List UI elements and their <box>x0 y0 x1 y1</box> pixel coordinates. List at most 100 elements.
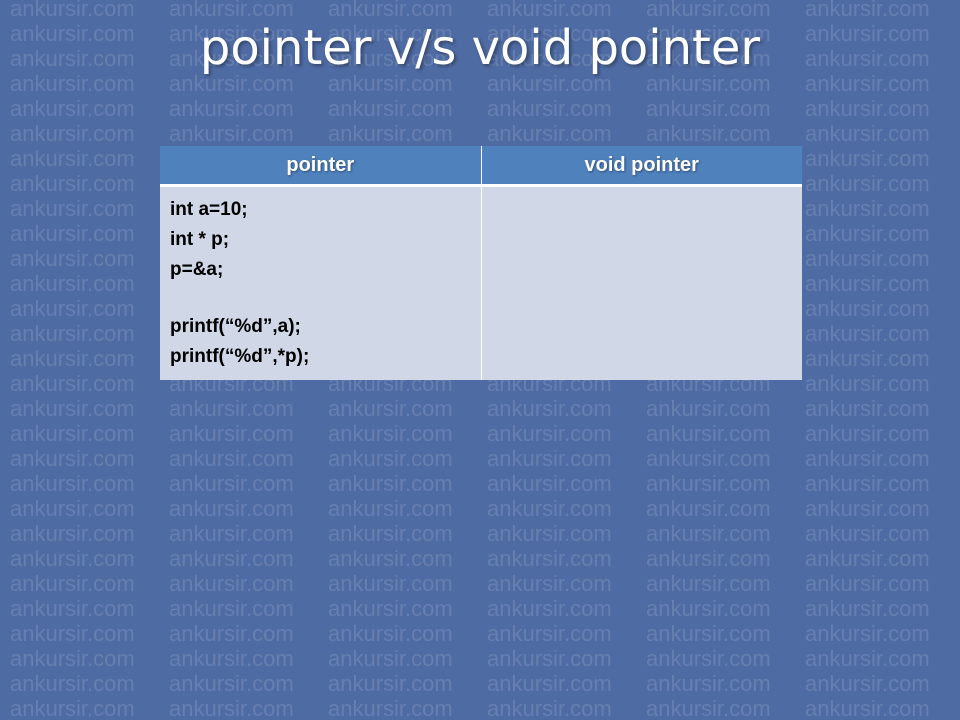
watermark-text: ankursir.com <box>169 396 294 421</box>
watermark-text: ankursir.com <box>646 396 771 421</box>
cell-pointer-code: int a=10; int * p; p=&a; printf(“%d”,a);… <box>160 185 482 380</box>
watermark-text: ankursir.com <box>805 546 930 571</box>
watermark-text: ankursir.com <box>169 696 294 720</box>
header-void-pointer: void pointer <box>481 146 802 187</box>
watermark-text: ankursir.com <box>169 96 294 121</box>
watermark-text: ankursir.com <box>646 521 771 546</box>
watermark-text: ankursir.com <box>805 96 930 121</box>
watermark-text: ankursir.com <box>487 596 612 621</box>
watermark-text: ankursir.com <box>169 571 294 596</box>
watermark-text: ankursir.com <box>169 621 294 646</box>
watermark-text: ankursir.com <box>10 621 135 646</box>
watermark-text: ankursir.com <box>10 271 135 296</box>
watermark-text: ankursir.com <box>10 321 135 346</box>
watermark-text: ankursir.com <box>328 571 453 596</box>
watermark-text: ankursir.com <box>10 371 135 396</box>
watermark-text: ankursir.com <box>10 521 135 546</box>
watermark-text: ankursir.com <box>10 346 135 371</box>
watermark-text: ankursir.com <box>10 221 135 246</box>
watermark-text: ankursir.com <box>805 621 930 646</box>
watermark-text: ankursir.com <box>805 471 930 496</box>
watermark-text: ankursir.com <box>646 421 771 446</box>
watermark-text: ankursir.com <box>646 446 771 471</box>
slide-title: pointer v/s void pointer <box>199 20 761 76</box>
watermark-text: ankursir.com <box>805 396 930 421</box>
watermark-text: ankursir.com <box>487 621 612 646</box>
watermark-text: ankursir.com <box>10 446 135 471</box>
cell-void-pointer-code <box>481 185 802 380</box>
watermark-text: ankursir.com <box>169 471 294 496</box>
watermark-text: ankursir.com <box>805 121 930 146</box>
watermark-text: ankursir.com <box>328 546 453 571</box>
watermark-text: ankursir.com <box>646 121 771 146</box>
watermark-text: ankursir.com <box>10 646 135 671</box>
watermark-text: ankursir.com <box>805 571 930 596</box>
watermark-text: ankursir.com <box>10 496 135 521</box>
watermark-text: ankursir.com <box>169 521 294 546</box>
watermark-text: ankursir.com <box>328 121 453 146</box>
watermark-text: ankursir.com <box>805 196 930 221</box>
watermark-text: ankursir.com <box>646 621 771 646</box>
watermark-text: ankursir.com <box>169 671 294 696</box>
watermark-text: ankursir.com <box>328 671 453 696</box>
watermark-text: ankursir.com <box>646 496 771 521</box>
watermark-text: ankursir.com <box>805 346 930 371</box>
watermark-text: ankursir.com <box>169 546 294 571</box>
watermark-text: ankursir.com <box>487 421 612 446</box>
watermark-text: ankursir.com <box>487 396 612 421</box>
table-header-row: pointer void pointer <box>160 146 802 187</box>
code-line: printf(“%d”,a); <box>170 316 301 337</box>
watermark-text: ankursir.com <box>10 471 135 496</box>
watermark-text: ankursir.com <box>487 446 612 471</box>
watermark-text: ankursir.com <box>487 96 612 121</box>
watermark-text: ankursir.com <box>805 246 930 271</box>
watermark-text: ankursir.com <box>10 546 135 571</box>
watermark-text: ankursir.com <box>10 246 135 271</box>
watermark-text: ankursir.com <box>487 496 612 521</box>
watermark-text: ankursir.com <box>10 396 135 421</box>
watermark-text: ankursir.com <box>328 496 453 521</box>
watermark-text: ankursir.com <box>805 671 930 696</box>
watermark-text: ankursir.com <box>169 596 294 621</box>
table-body-row: int a=10; int * p; p=&a; printf(“%d”,a);… <box>160 185 802 380</box>
watermark-text: ankursir.com <box>487 471 612 496</box>
watermark-text: ankursir.com <box>805 171 930 196</box>
watermark-text: ankursir.com <box>805 271 930 296</box>
code-line: printf(“%d”,*p); <box>170 346 310 367</box>
watermark-text: ankursir.com <box>328 446 453 471</box>
watermark-text: ankursir.com <box>10 571 135 596</box>
watermark-text: ankursir.com <box>805 296 930 321</box>
watermark-text: ankursir.com <box>328 396 453 421</box>
watermark-text: ankursir.com <box>487 121 612 146</box>
watermark-text: ankursir.com <box>805 221 930 246</box>
watermark-text: ankursir.com <box>10 146 135 171</box>
watermark-text: ankursir.com <box>169 446 294 471</box>
watermark-text: ankursir.com <box>646 671 771 696</box>
watermark-text: ankursir.com <box>10 171 135 196</box>
watermark-text: ankursir.com <box>10 596 135 621</box>
watermark-text: ankursir.com <box>805 496 930 521</box>
code-line: int * p; <box>170 229 230 250</box>
code-line: p=&a; <box>170 259 224 280</box>
watermark-text: ankursir.com <box>10 121 135 146</box>
watermark-text: ankursir.com <box>805 371 930 396</box>
watermark-text: ankursir.com <box>487 521 612 546</box>
watermark-text: ankursir.com <box>805 646 930 671</box>
watermark-text: ankursir.com <box>10 96 135 121</box>
watermark-text: ankursir.com <box>805 696 930 720</box>
watermark-text: ankursir.com <box>646 471 771 496</box>
watermark-text: ankursir.com <box>10 296 135 321</box>
watermark-text: ankursir.com <box>805 446 930 471</box>
watermark-text: ankursir.com <box>805 421 930 446</box>
watermark-text: ankursir.com <box>328 521 453 546</box>
watermark-text: ankursir.com <box>487 546 612 571</box>
watermark-text: ankursir.com <box>328 421 453 446</box>
watermark-text: ankursir.com <box>487 696 612 720</box>
watermark-text: ankursir.com <box>10 671 135 696</box>
watermark-text: ankursir.com <box>169 496 294 521</box>
watermark-text: ankursir.com <box>328 596 453 621</box>
header-pointer: pointer <box>160 146 482 187</box>
watermark-text: ankursir.com <box>169 646 294 671</box>
watermark-text: ankursir.com <box>169 121 294 146</box>
